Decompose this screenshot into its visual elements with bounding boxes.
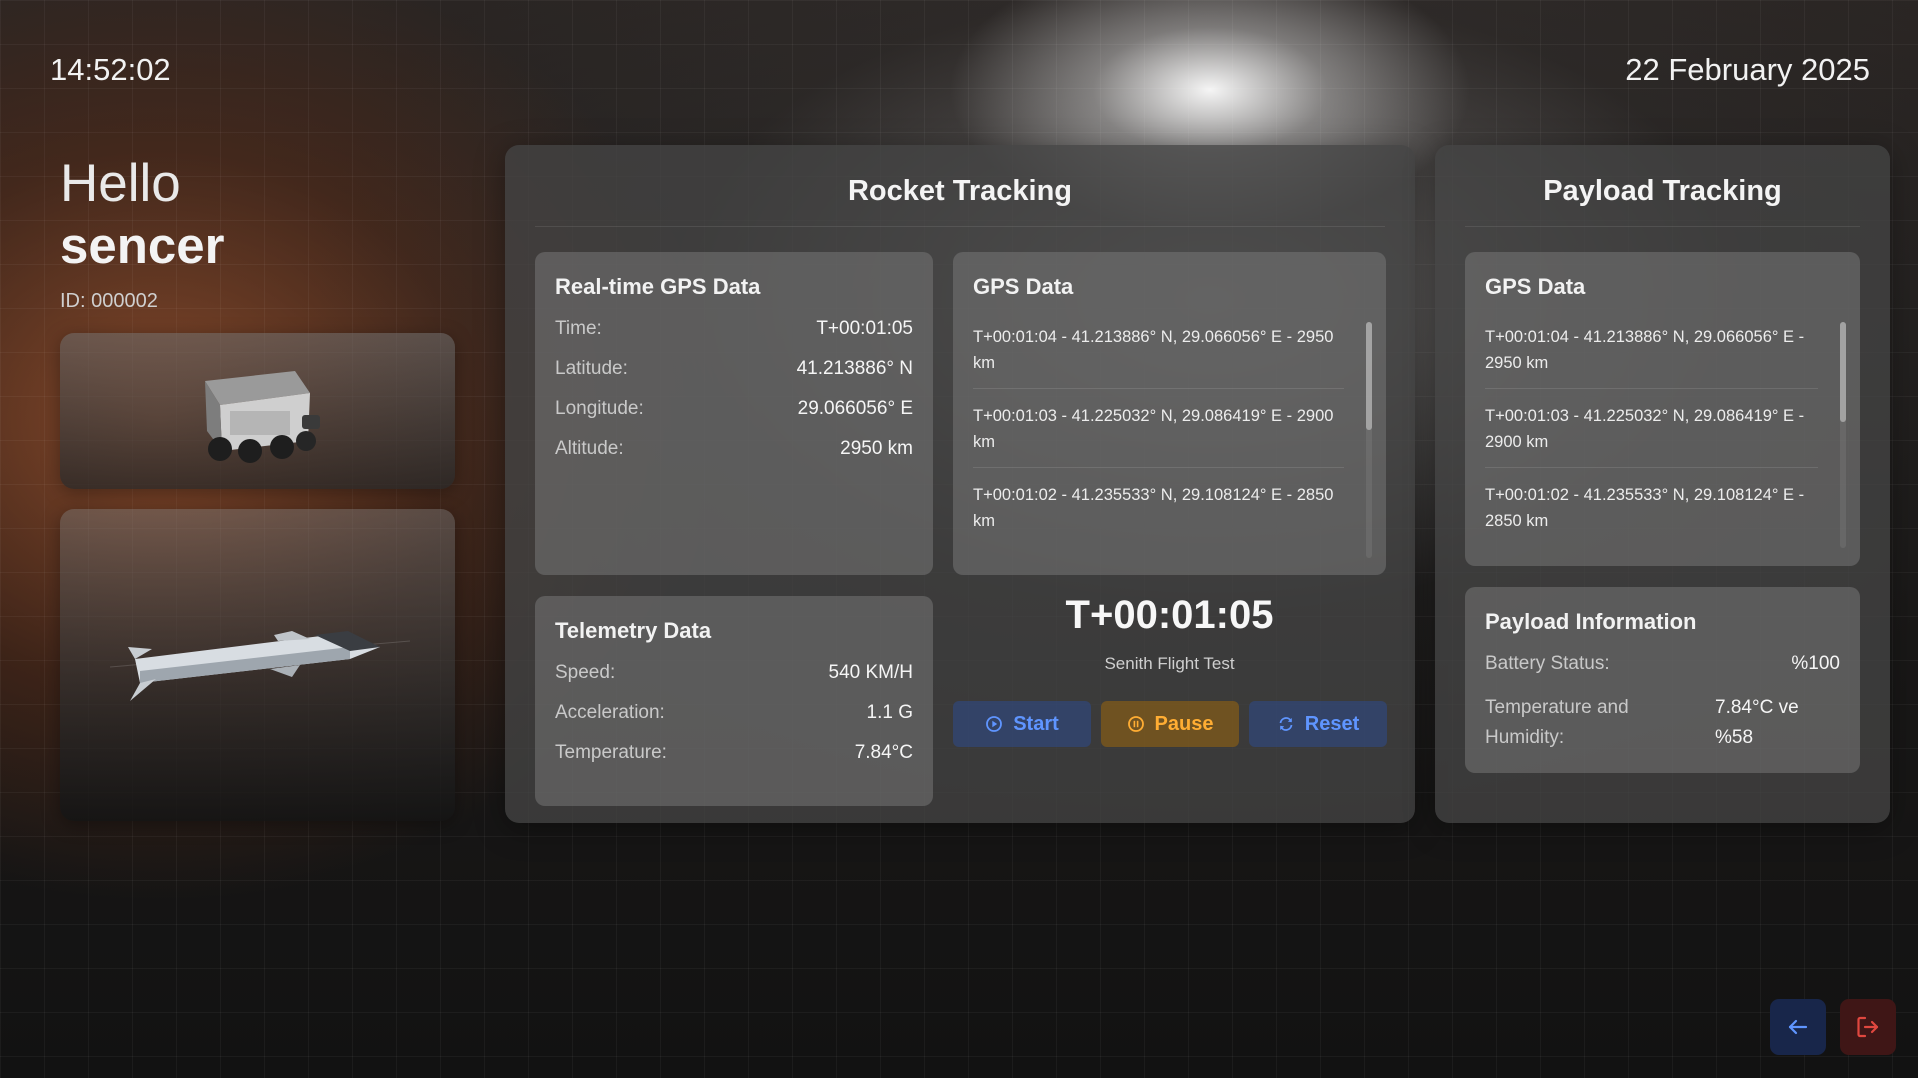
gps-row-longitude: Longitude: 29.066056° E [555,398,913,438]
gps-altitude-label: Altitude: [555,438,624,459]
list-item: T+00:01:02 - 41.235533° N, 29.108124° E … [1485,476,1818,538]
temp-humidity-label: Temperature and Humidity: [1485,697,1629,748]
user-id: ID: 000002 [60,290,158,312]
payload-tracking-title: Payload Tracking [1465,175,1860,227]
acceleration-label: Acceleration: [555,702,665,723]
gps-row-latitude: Latitude: 41.213886° N [555,358,913,398]
telemetry-title: Telemetry Data [555,618,712,643]
telemetry-card: Telemetry Data Speed: 540 KM/H Accelerat… [535,596,933,806]
reset-button-label: Reset [1304,712,1360,735]
payload-gps-scrollbar[interactable] [1840,322,1846,548]
payload-gps-log-list[interactable]: T+00:01:04 - 41.213886° N, 29.066056° E … [1485,318,1840,538]
reset-button[interactable]: Reset [1249,701,1387,747]
rover-icon [205,371,320,463]
list-item: T+00:01:04 - 41.213886° N, 29.066056° E … [1485,318,1818,389]
gps-row-altitude: Altitude: 2950 km [555,438,913,478]
realtime-gps-title: Real-time GPS Data [555,274,761,299]
user-greeting: Hello sencer ID: 000002 [60,152,224,313]
gps-longitude-label: Longitude: [555,398,644,419]
gps-altitude-value: 2950 km [840,438,913,459]
pause-button-label: Pause [1154,712,1214,735]
telemetry-row-temperature: Temperature: 7.84°C [555,742,913,782]
rocket-gps-log-list[interactable]: T+00:01:04 - 41.213886° N, 29.066056° E … [973,318,1366,544]
list-item: T+00:01:03 - 41.225032° N, 29.086419° E … [1485,397,1818,468]
temp-humidity-value: 7.84°C ve %58 [1715,697,1799,748]
pause-button[interactable]: Pause [1101,701,1239,747]
pause-circle-icon [1127,716,1144,732]
user-name: sencer [60,217,225,274]
gps-longitude-value: 29.066056° E [797,398,913,419]
speed-label: Speed: [555,662,616,683]
gps-latitude-label: Latitude: [555,358,628,379]
rocket-gps-scrollbar[interactable] [1366,322,1372,558]
list-item: T+00:01:04 - 41.213886° N, 29.066056° E … [973,318,1344,389]
payload-tracking-panel: Payload Tracking GPS Data T+00:01:04 - 4… [1435,145,1890,823]
clock: 14:52:02 [50,52,171,87]
gps-time-value: T+00:01:05 [816,318,913,339]
gps-time-label: Time: [555,318,602,339]
battery-label: Battery Status: [1485,653,1610,674]
battery-row: Battery Status: %100 [1485,653,1840,693]
list-item: T+00:01:02 - 41.235533° N, 29.108124° E … [973,476,1344,544]
battery-value: %100 [1791,653,1840,674]
gps-latitude-value: 41.213886° N [796,358,913,379]
payload-info-title: Payload Information [1485,609,1697,634]
start-button-label: Start [1013,712,1059,735]
arrow-left-icon [1788,1019,1808,1035]
rocket-gps-log-title: GPS Data [973,274,1074,299]
payload-gps-log-title: GPS Data [1485,274,1586,299]
rocket-image [60,509,455,821]
rocket-tracking-title: Rocket Tracking [535,175,1385,227]
payload-gps-log-card: GPS Data T+00:01:04 - 41.213886° N, 29.0… [1465,252,1860,566]
greeting-text: Hello [60,154,181,213]
rover-image [60,333,455,489]
start-button[interactable]: Start [953,701,1091,747]
flight-timer-value: T+00:01:05 [1065,593,1274,637]
rocket-gps-log-card: GPS Data T+00:01:04 - 41.213886° N, 29.0… [953,252,1386,575]
gps-row-time: Time: T+00:01:05 [555,318,913,358]
telemetry-row-speed: Speed: 540 KM/H [555,662,913,702]
flight-timer: T+00:01:05 Senith Flight Test [953,593,1386,674]
payload-gps-scrollbar-thumb[interactable] [1840,322,1846,422]
realtime-gps-card: Real-time GPS Data Time: T+00:01:05 Lati… [535,252,933,575]
logout-icon [1857,1016,1879,1038]
back-button[interactable] [1770,999,1826,1055]
refresh-icon [1279,717,1293,731]
date: 22 February 2025 [1625,52,1870,87]
speed-value: 540 KM/H [828,662,913,683]
acceleration-value: 1.1 G [866,702,913,723]
flight-timer-subtitle: Senith Flight Test [1104,654,1235,673]
list-item: T+00:01:03 - 41.225032° N, 29.086419° E … [973,397,1344,468]
telemetry-row-acceleration: Acceleration: 1.1 G [555,702,913,742]
temperature-label: Temperature: [555,742,667,763]
rocket-icon [109,631,411,701]
payload-info-card: Payload Information Battery Status: %100… [1465,587,1860,773]
rocket-gps-scrollbar-thumb[interactable] [1366,322,1372,430]
logout-button[interactable] [1840,999,1896,1055]
play-circle-icon [986,716,1003,732]
rocket-tracking-panel: Rocket Tracking Real-time GPS Data Time:… [505,145,1415,823]
temp-humidity-row: Temperature and Humidity: 7.84°C ve %58 [1485,693,1840,753]
temperature-value: 7.84°C [854,742,913,763]
